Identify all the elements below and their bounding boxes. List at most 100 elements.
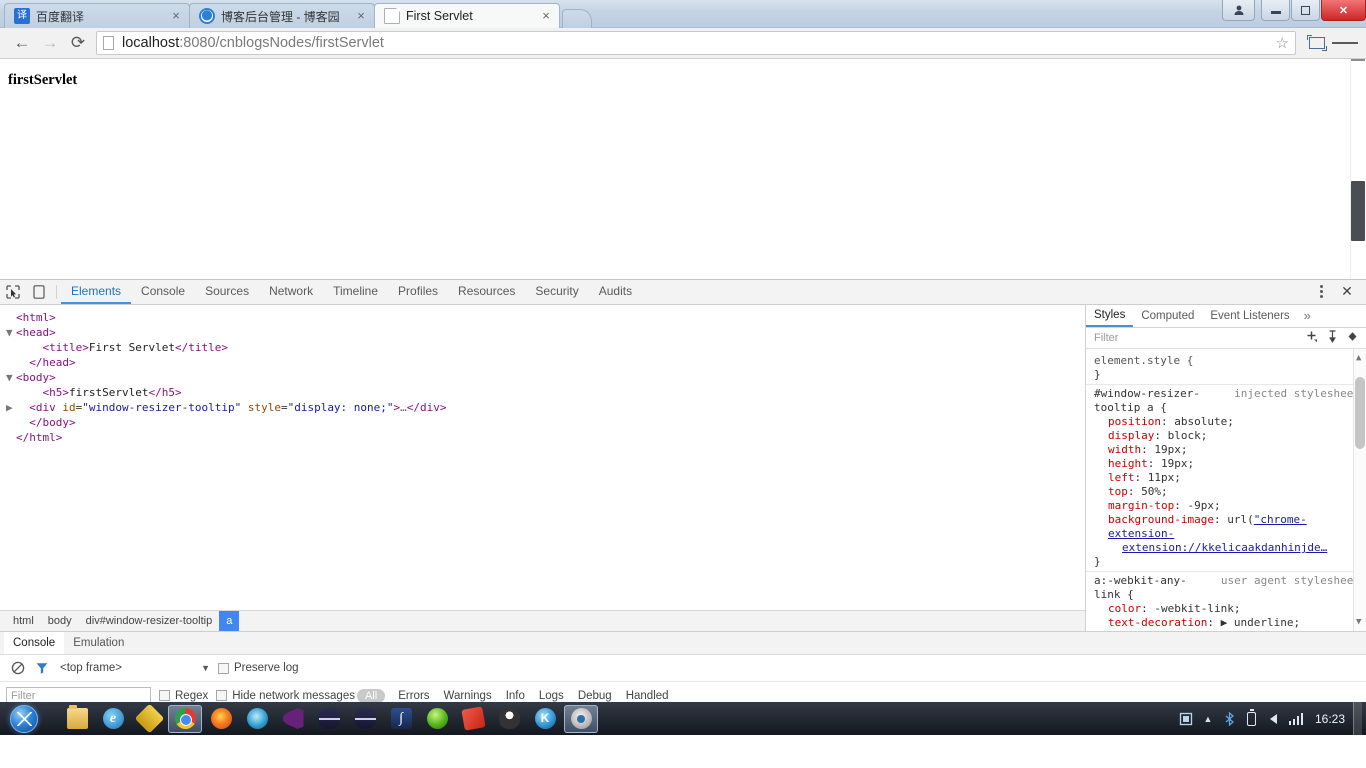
scroll-up-arrow-icon[interactable]: ▲ [1356, 351, 1361, 365]
network-signal-icon[interactable] [1285, 712, 1307, 725]
dom-node-line[interactable]: ▶ <div id="window-resizer-tooltip" style… [6, 400, 1085, 415]
taskbar-green-app[interactable] [420, 705, 454, 733]
taskbar-tux[interactable] [492, 705, 526, 733]
breadcrumb-item[interactable]: div#window-resizer-tooltip [79, 611, 220, 632]
console-level-warnings[interactable]: Warnings [437, 690, 499, 702]
styles-more-tabs-icon[interactable]: » [1298, 305, 1317, 327]
browser-tab[interactable]: ⬤ 博客后台管理 - 博客园 × [189, 3, 375, 28]
devtools-tab-sources[interactable]: Sources [195, 280, 259, 304]
restore-button[interactable] [1291, 0, 1320, 21]
browser-tab[interactable]: First Servlet × [374, 3, 560, 28]
css-declaration[interactable]: color: -webkit-link; [1094, 602, 1360, 616]
console-level-errors[interactable]: Errors [391, 690, 436, 702]
devtools-tab-security[interactable]: Security [525, 280, 588, 304]
console-level-logs[interactable]: Logs [532, 690, 571, 702]
show-hidden-icons-icon[interactable]: ▲ [1197, 714, 1219, 724]
taskbar-chrome[interactable] [168, 704, 202, 733]
css-declaration[interactable]: display: block; [1094, 429, 1360, 443]
start-button[interactable] [2, 704, 46, 734]
taskbar-visual-studio[interactable] [276, 705, 310, 733]
tab-close-icon[interactable]: × [354, 9, 368, 23]
volume-icon[interactable] [1263, 713, 1285, 724]
window-resizer-extension-icon[interactable] [1304, 31, 1330, 55]
taskbar-red-app[interactable] [456, 705, 490, 733]
new-style-rule-icon[interactable] [1302, 330, 1322, 346]
css-declaration[interactable]: height: 19px; [1094, 457, 1360, 471]
css-declaration[interactable]: left: 11px; [1094, 471, 1360, 485]
inspect-element-icon[interactable] [0, 280, 26, 304]
taskbar-kugou[interactable]: K [528, 705, 562, 733]
preserve-log-checkbox[interactable]: Preserve log [218, 662, 299, 674]
styles-tab-styles[interactable]: Styles [1086, 305, 1134, 327]
devtools-tab-network[interactable]: Network [259, 280, 323, 304]
new-tab-button[interactable] [562, 9, 592, 28]
bluetooth-icon[interactable] [1219, 711, 1241, 726]
taskbar-opera[interactable] [240, 705, 274, 733]
css-declaration[interactable]: width: 19px; [1094, 443, 1360, 457]
style-rule[interactable]: a:-webkit-any-user agent stylesheet link … [1086, 572, 1366, 631]
forward-button[interactable]: → [36, 31, 64, 55]
console-level-handled[interactable]: Handled [619, 690, 676, 702]
devtools-tab-timeline[interactable]: Timeline [323, 280, 388, 304]
execution-context-select[interactable]: <top frame> ▼ [60, 662, 210, 674]
style-rule[interactable]: #window-resizer-injected stylesheet toolt… [1086, 385, 1366, 573]
dom-node-line[interactable]: </head> [6, 355, 1085, 370]
console-level-info[interactable]: Info [499, 690, 532, 702]
styles-filter-input[interactable]: Filter [1094, 332, 1118, 344]
device-toolbar-icon[interactable] [26, 280, 52, 304]
drawer-tab-console[interactable]: Console [4, 632, 65, 654]
dom-node-line[interactable]: <title>First Servlet</title> [6, 340, 1085, 355]
element-state-icon[interactable] [1342, 330, 1362, 346]
taskbar-firefox[interactable] [204, 705, 238, 733]
regex-box[interactable] [159, 690, 170, 701]
devtools-more-menu-icon[interactable] [1308, 285, 1334, 299]
dom-node-line[interactable]: </html> [6, 430, 1085, 445]
devtools-tab-profiles[interactable]: Profiles [388, 280, 448, 304]
regex-checkbox[interactable]: Regex [159, 690, 208, 702]
dom-tree[interactable]: <html> ▼ <head> <title>First Servlet</titl… [0, 305, 1085, 610]
css-declaration[interactable]: top: 50%; [1094, 485, 1360, 499]
taskbar-database-1[interactable] [312, 705, 346, 733]
devtools-tab-resources[interactable]: Resources [448, 280, 525, 304]
taskbar-settings[interactable] [564, 704, 598, 733]
close-window-button[interactable]: ✕ [1321, 0, 1366, 21]
drawer-tab-emulation[interactable]: Emulation [64, 632, 133, 654]
show-desktop-button[interactable] [1353, 702, 1362, 735]
user-profile-button[interactable] [1222, 0, 1255, 21]
styles-scrollbar[interactable]: ▲ ▼ [1353, 349, 1366, 631]
dom-node-line[interactable]: <h5>firstServlet</h5> [6, 385, 1085, 400]
style-rule[interactable]: element.style {} [1086, 352, 1366, 386]
tab-close-icon[interactable]: × [169, 9, 183, 23]
dom-node-line[interactable]: ▼ <head> [6, 325, 1085, 340]
console-level-all[interactable]: All [356, 688, 386, 703]
devtools-close-icon[interactable]: ✕ [1334, 283, 1360, 300]
styles-tab-computed[interactable]: Computed [1133, 305, 1202, 327]
browser-tab[interactable]: 译百度翻译 × [4, 3, 190, 28]
address-bar[interactable]: localhost:8080/cnblogsNodes/firstServlet… [96, 31, 1296, 55]
css-declaration[interactable]: background-image: url("chrome-extension-… [1094, 513, 1360, 555]
breadcrumb-item[interactable]: body [41, 611, 79, 632]
battery-icon[interactable] [1241, 709, 1263, 726]
console-level-debug[interactable]: Debug [571, 690, 619, 702]
devtools-tab-audits[interactable]: Audits [589, 280, 642, 304]
preserve-log-box[interactable] [218, 662, 229, 674]
back-button[interactable]: ← [8, 31, 36, 55]
reload-button[interactable]: ⟳ [64, 31, 92, 55]
devtools-tab-console[interactable]: Console [131, 280, 195, 304]
bookmark-star-icon[interactable]: ☆ [1276, 34, 1289, 52]
dom-node-line[interactable]: </body> [6, 415, 1085, 430]
css-declaration[interactable]: position: absolute; [1094, 415, 1360, 429]
taskbar-clock[interactable]: 16:23 [1307, 712, 1353, 726]
pin-class-icon[interactable] [1322, 330, 1342, 346]
dom-node-line[interactable]: <html> [6, 310, 1085, 325]
page-scrollbar[interactable] [1350, 59, 1366, 279]
chrome-menu-icon[interactable] [1332, 31, 1359, 55]
taskbar-explorer[interactable] [60, 705, 94, 733]
css-declaration[interactable]: text-decoration: ▶ underline; [1094, 616, 1360, 630]
devtools-tab-elements[interactable]: Elements [61, 280, 132, 304]
clear-console-icon[interactable] [6, 661, 30, 675]
action-center-icon[interactable] [1175, 712, 1197, 726]
tab-close-icon[interactable]: × [539, 9, 553, 23]
hide-network-box[interactable] [216, 690, 228, 701]
styles-tab-event-listeners[interactable]: Event Listeners [1202, 305, 1297, 327]
